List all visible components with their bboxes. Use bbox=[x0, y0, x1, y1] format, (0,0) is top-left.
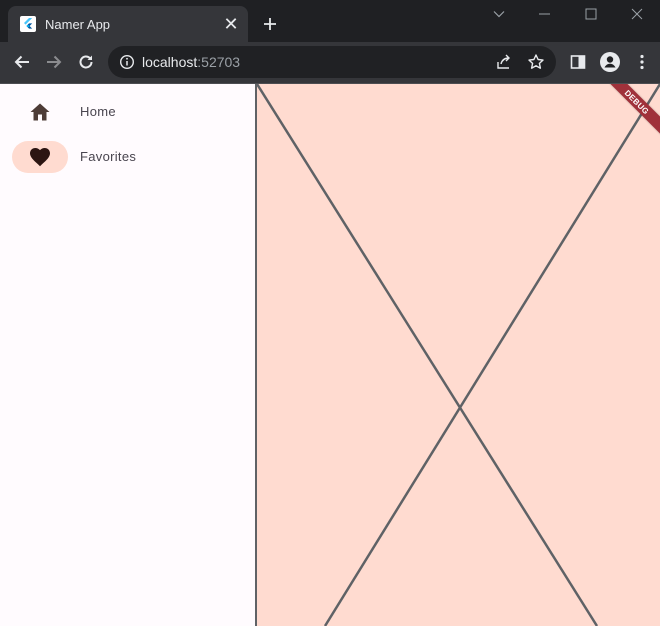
share-icon[interactable] bbox=[492, 50, 516, 74]
home-icon bbox=[28, 100, 52, 124]
tab-close-icon[interactable]: ✕ bbox=[219, 12, 243, 36]
nav-label-home: Home bbox=[80, 104, 116, 119]
side-panel-icon[interactable] bbox=[566, 50, 590, 74]
browser-tab[interactable]: Namer App ✕ bbox=[8, 6, 248, 42]
window-controls bbox=[476, 0, 660, 30]
maximize-icon[interactable] bbox=[568, 0, 614, 28]
close-window-icon[interactable] bbox=[614, 0, 660, 28]
nav-label-favorites: Favorites bbox=[80, 149, 137, 164]
browser-tabstrip: Namer App ✕ bbox=[0, 0, 660, 42]
placeholder-content bbox=[257, 84, 660, 626]
url-port: :52703 bbox=[197, 54, 241, 70]
placeholder-cross bbox=[257, 84, 660, 626]
nav-item-favorites[interactable]: Favorites bbox=[0, 135, 256, 179]
flutter-icon bbox=[20, 16, 36, 32]
site-info-icon[interactable] bbox=[118, 53, 136, 71]
url-text: localhost:52703 bbox=[142, 54, 492, 70]
reload-icon[interactable] bbox=[74, 50, 98, 74]
tab-search-chevron-down-icon[interactable] bbox=[476, 0, 522, 28]
namer-app: Home Favorites bbox=[0, 84, 660, 626]
heart-icon bbox=[28, 145, 52, 169]
menu-kebab-icon[interactable] bbox=[630, 50, 654, 74]
profile-avatar-icon[interactable] bbox=[598, 50, 622, 74]
nav-item-home[interactable]: Home bbox=[0, 90, 256, 134]
minimize-icon[interactable] bbox=[522, 0, 568, 28]
bookmark-star-icon[interactable] bbox=[524, 50, 548, 74]
address-bar[interactable]: localhost:52703 bbox=[108, 46, 556, 78]
browser-toolbar: localhost:52703 bbox=[0, 42, 660, 83]
navigation-rail: Home Favorites bbox=[0, 84, 256, 626]
url-host: localhost bbox=[142, 54, 198, 70]
new-tab-plus-icon[interactable] bbox=[258, 12, 282, 36]
forward-arrow-icon[interactable] bbox=[42, 50, 66, 74]
back-arrow-icon[interactable] bbox=[10, 50, 34, 74]
tab-title: Namer App bbox=[45, 16, 111, 32]
